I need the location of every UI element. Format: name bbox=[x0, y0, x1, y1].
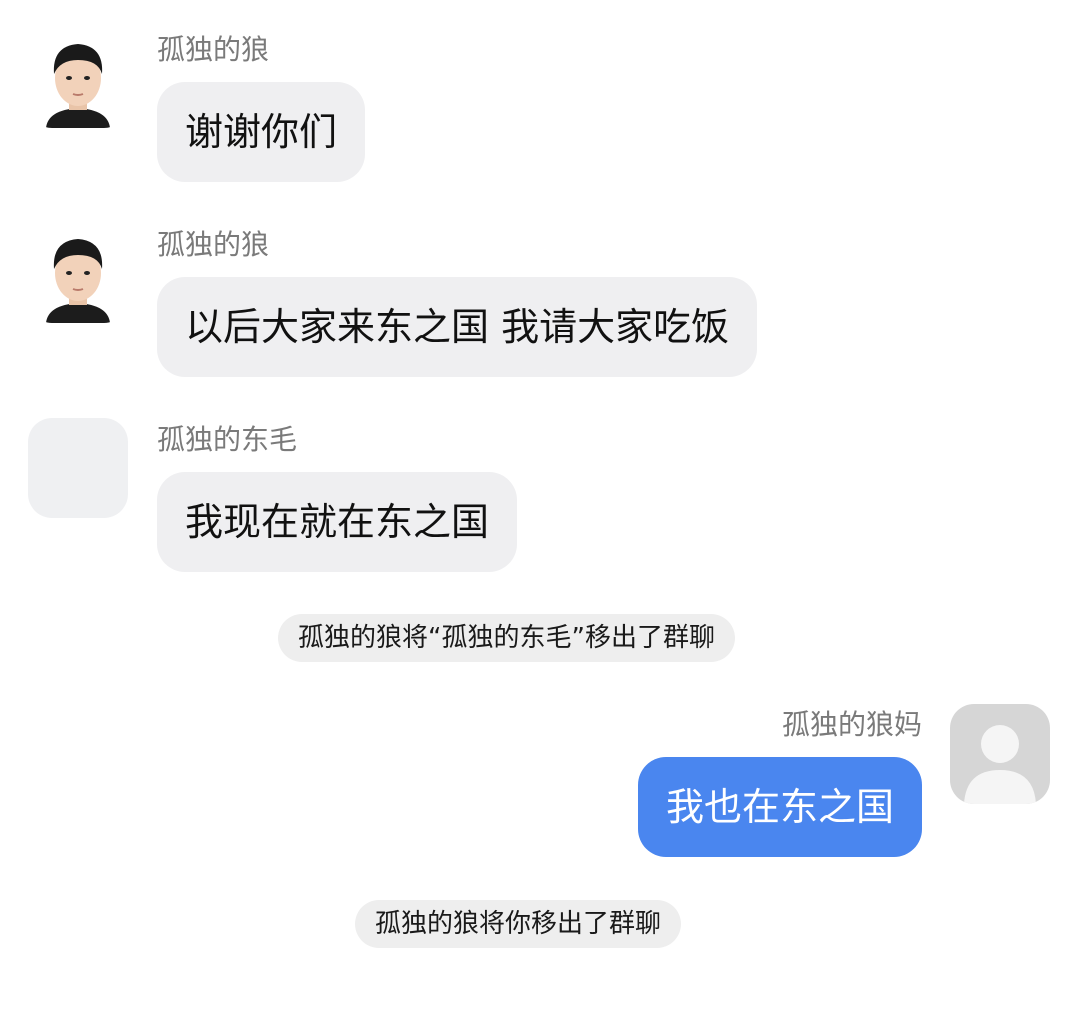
boy-portrait-icon bbox=[28, 28, 128, 128]
system-notice: 孤独的狼将你移出了群聊 bbox=[355, 900, 682, 948]
default-user-avatar[interactable] bbox=[950, 704, 1050, 804]
boy-portrait-icon bbox=[28, 223, 128, 323]
self-sender-name: 孤独的狼妈 bbox=[781, 708, 922, 741]
message-bubble[interactable]: 谢谢你们 bbox=[157, 82, 366, 182]
message-bubble[interactable]: 我现在就在东之国 bbox=[157, 472, 518, 572]
system-notice: 孤独的狼将“孤独的东毛”移出了群聊 bbox=[278, 614, 735, 662]
sender-name: 孤独的狼 bbox=[157, 228, 270, 261]
user-silhouette-icon bbox=[964, 725, 1036, 804]
self-message-bubble[interactable]: 我也在东之国 bbox=[637, 757, 922, 857]
boy-portrait-avatar[interactable] bbox=[28, 28, 128, 128]
blank-avatar[interactable] bbox=[28, 418, 128, 518]
sender-name: 孤独的东毛 bbox=[157, 423, 298, 456]
sender-name: 孤独的狼 bbox=[157, 33, 270, 66]
boy-portrait-avatar[interactable] bbox=[28, 223, 128, 323]
message-bubble[interactable]: 以后大家来东之国 我请大家吃饭 bbox=[157, 277, 758, 377]
